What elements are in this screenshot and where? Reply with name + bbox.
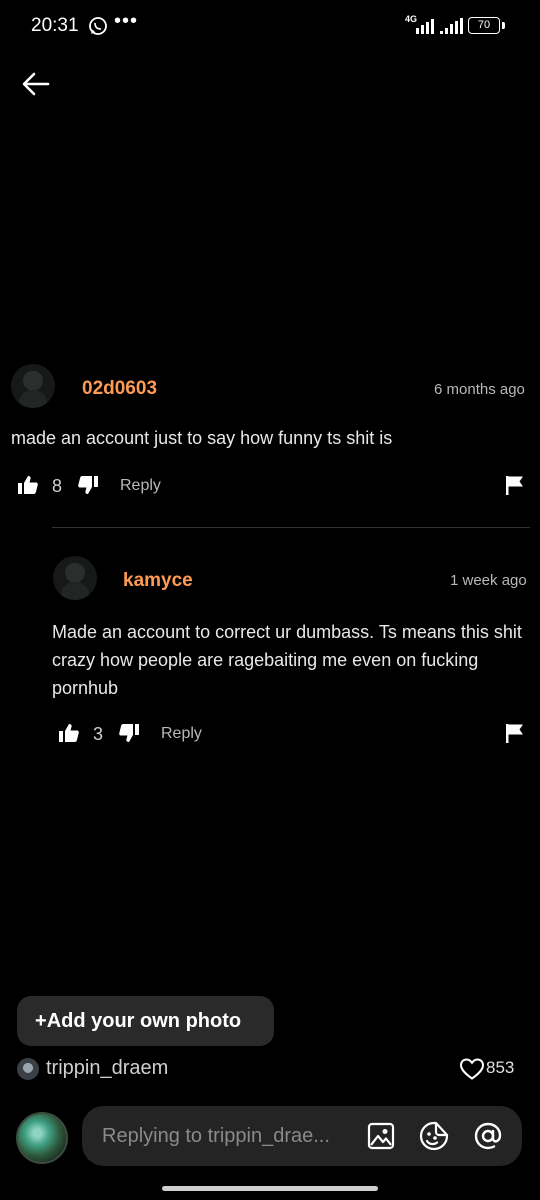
comment-username[interactable]: kamyce	[123, 570, 193, 592]
status-time: 20:31	[31, 15, 79, 36]
post-author-avatar[interactable]	[17, 1058, 39, 1080]
battery-indicator: 70	[468, 17, 500, 34]
reply-divider	[52, 527, 530, 528]
comment-thread-screen: 20:31 ••• 4G 70 02d0603 6 months ago mad…	[0, 0, 540, 1200]
post-author-name[interactable]: trippin_draem	[46, 1057, 168, 1080]
comment-text: made an account just to say how funny ts…	[11, 428, 393, 448]
comment-username[interactable]: 02d0603	[82, 378, 157, 400]
user-avatar[interactable]	[16, 1112, 68, 1164]
reply-composer	[82, 1106, 522, 1166]
comment-avatar[interactable]	[53, 556, 97, 600]
comment-text: Made an account to correct ur dumbass. T…	[52, 622, 522, 698]
signal-strength-icon-2	[440, 18, 463, 34]
reply-button[interactable]: Reply	[120, 477, 161, 495]
comment-avatar[interactable]	[11, 364, 55, 408]
image-icon[interactable]	[365, 1120, 397, 1152]
whatsapp-icon	[89, 17, 107, 35]
post-like-count: 853	[486, 1058, 515, 1077]
flag-icon[interactable]	[505, 723, 525, 743]
status-overflow-dots: •••	[114, 10, 139, 32]
thumbs-up-icon[interactable]	[17, 474, 39, 496]
comment-timestamp: 1 week ago	[450, 572, 527, 589]
flag-icon[interactable]	[505, 475, 525, 495]
mention-icon[interactable]	[472, 1120, 504, 1152]
like-count: 3	[93, 724, 104, 744]
back-arrow-icon[interactable]	[20, 68, 52, 100]
home-indicator[interactable]	[162, 1186, 378, 1191]
like-count: 8	[52, 476, 63, 496]
thumbs-up-icon[interactable]	[58, 722, 80, 744]
status-bar: 20:31 ••• 4G 70	[0, 0, 540, 52]
sticker-icon[interactable]	[418, 1120, 450, 1152]
heart-icon[interactable]	[459, 1057, 485, 1081]
reply-input[interactable]	[102, 1106, 354, 1166]
thumbs-down-icon[interactable]	[77, 474, 99, 496]
signal-strength-icon	[416, 19, 434, 34]
plus-icon: +	[35, 1010, 47, 1032]
thumbs-down-icon[interactable]	[118, 722, 140, 744]
battery-cap	[502, 22, 505, 29]
add-photo-button[interactable]: +Add your own photo	[17, 996, 274, 1046]
add-photo-label: Add your own photo	[46, 1010, 242, 1032]
reply-button[interactable]: Reply	[161, 725, 202, 743]
comment-timestamp: 6 months ago	[434, 381, 525, 398]
